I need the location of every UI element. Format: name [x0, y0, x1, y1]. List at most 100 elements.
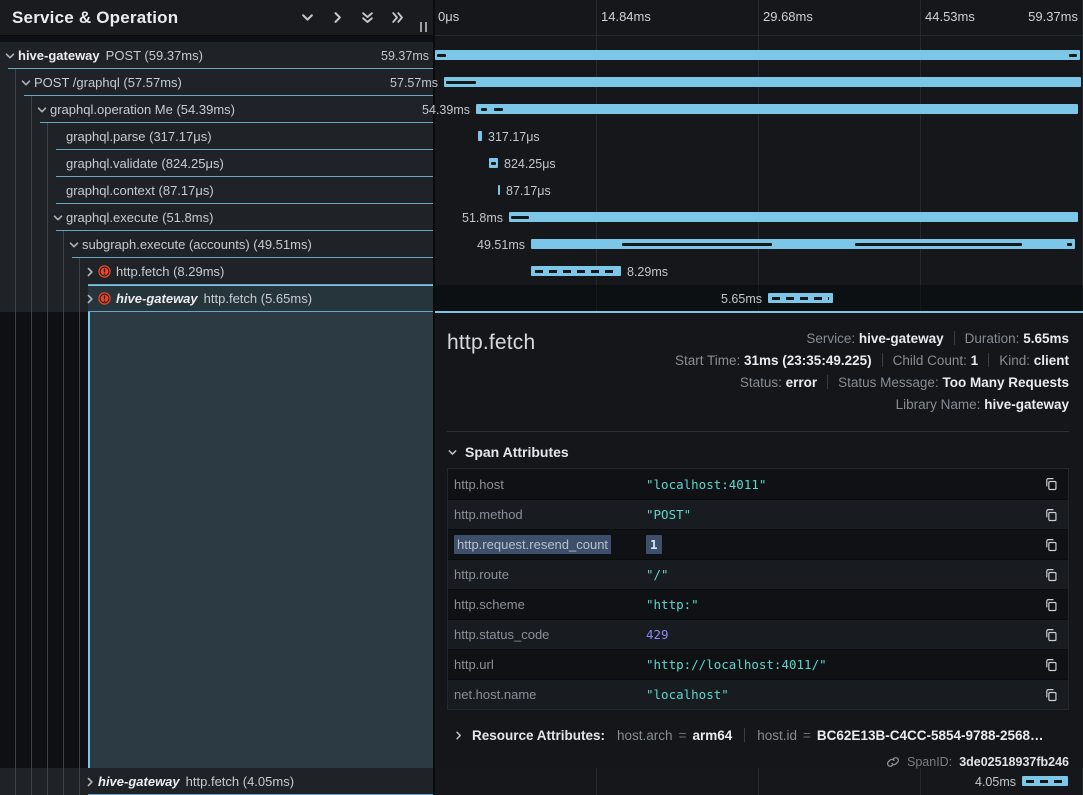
copy-icon[interactable] — [1042, 475, 1060, 493]
timeline-row[interactable]: 87.17μs — [435, 177, 1083, 204]
timeline-row[interactable]: 49.51ms — [435, 231, 1083, 258]
bar-duration-label: 317.17μs — [488, 130, 540, 144]
child-count-value: 1 — [971, 353, 979, 368]
timeline-row[interactable]: 8.29ms — [435, 258, 1083, 285]
tree-row-graphql-operation[interactable]: graphql.operation Me (54.39ms) — [0, 96, 433, 123]
span-bar[interactable] — [498, 185, 500, 195]
bar-duration-label: 54.39ms — [422, 103, 470, 117]
timeline-pane: 0μs 14.84ms 29.68ms 44.53ms 59.37ms 59.3… — [435, 0, 1083, 795]
indent-guides — [0, 768, 82, 795]
tree-row-hive-gateway-post[interactable]: hive-gateway POST (59.37ms) — [0, 42, 433, 69]
tree-row-graphql-parse[interactable]: graphql.parse (317.17μs) — [0, 123, 433, 150]
tree-row-post-graphql[interactable]: POST /graphql (57.57ms) — [0, 69, 433, 96]
attribute-row[interactable]: http.method "POST" — [448, 499, 1068, 529]
error-icon — [98, 265, 112, 279]
chevron-right-icon[interactable] — [84, 776, 98, 788]
chevron-spacer — [52, 131, 66, 143]
attribute-row[interactable]: net.host.name "localhost" — [448, 679, 1068, 709]
chevron-right-icon[interactable] — [84, 266, 98, 278]
timeline-row[interactable]: 824.25μs — [435, 150, 1083, 177]
span-operation: POST /graphql (57.57ms) — [34, 75, 182, 90]
span-bar[interactable] — [531, 266, 621, 276]
expand-one-icon[interactable] — [330, 10, 345, 25]
span-tree-pane: Service & Operation hive-gateway POST (5… — [0, 0, 433, 795]
chevron-down-icon[interactable] — [52, 212, 66, 224]
bar-duration-label: 4.05ms — [975, 775, 1016, 789]
tree-row-graphql-context[interactable]: graphql.context (87.17μs) — [0, 177, 433, 204]
chevron-down-icon[interactable] — [20, 77, 34, 89]
span-operation: graphql.parse (317.17μs) — [66, 129, 212, 144]
expansion-highlight-block — [88, 312, 433, 768]
span-service: hive-gateway — [18, 48, 100, 63]
indent-guides — [0, 177, 50, 204]
span-bar[interactable] — [768, 293, 833, 303]
chevron-down-icon[interactable] — [68, 239, 82, 251]
span-bar[interactable] — [444, 77, 1081, 87]
attribute-row[interactable]: http.scheme "http:" — [448, 589, 1068, 619]
attribute-key: http.url — [454, 657, 646, 672]
span-bar[interactable] — [476, 104, 1078, 114]
timeline-row[interactable]: 54.39ms — [435, 96, 1083, 123]
chevron-right-icon — [453, 730, 464, 741]
resource-attributes-row[interactable]: Resource Attributes: host.arch = arm64 h… — [447, 723, 1069, 747]
chevron-spacer — [52, 158, 66, 170]
span-id-value: 3de02518937fb246 — [959, 755, 1069, 769]
timeline-ruler: 0μs 14.84ms 29.68ms 44.53ms 59.37ms — [435, 0, 1083, 36]
indent-guides — [0, 123, 50, 150]
link-icon[interactable] — [886, 755, 900, 769]
copy-icon[interactable] — [1042, 536, 1060, 554]
span-bar[interactable] — [509, 212, 1078, 222]
bar-duration-label: 87.17μs — [506, 184, 551, 198]
attribute-key: http.route — [454, 567, 646, 582]
copy-icon[interactable] — [1042, 626, 1060, 644]
attribute-row[interactable]: http.url "http://localhost:4011/" — [448, 649, 1068, 679]
tree-row-http-fetch-1[interactable]: http.fetch (8.29ms) — [0, 258, 433, 285]
tree-row-http-fetch-2-selected[interactable]: hive-gateway http.fetch (5.65ms) — [0, 285, 433, 312]
span-bar[interactable] — [478, 131, 482, 141]
attribute-key: http.status_code — [454, 627, 646, 642]
span-operation: http.fetch (4.05ms) — [186, 774, 294, 789]
copy-icon[interactable] — [1042, 656, 1060, 674]
tree-row-http-fetch-3[interactable]: hive-gateway http.fetch (4.05ms) — [0, 768, 433, 795]
chevron-down-icon[interactable] — [36, 104, 50, 116]
span-bar[interactable] — [435, 50, 1080, 60]
copy-icon[interactable] — [1042, 596, 1060, 614]
attribute-row[interactable]: http.route "/" — [448, 559, 1068, 589]
tree-row-graphql-validate[interactable]: graphql.validate (824.25μs) — [0, 150, 433, 177]
indent-guides — [0, 258, 82, 285]
chevron-right-icon[interactable] — [84, 293, 98, 305]
chevron-down-icon[interactable] — [4, 50, 18, 62]
copy-icon[interactable] — [1042, 566, 1060, 584]
copy-icon[interactable] — [1042, 506, 1060, 524]
status-value: error — [786, 375, 818, 390]
collapse-all-icon[interactable] — [360, 10, 375, 25]
expand-all-icon[interactable] — [390, 10, 405, 25]
timeline-row[interactable]: 59.37ms — [435, 42, 1083, 69]
resource-attributes-title: Resource Attributes: — [472, 728, 605, 743]
service-label: Service: — [806, 331, 855, 346]
pane-title: Service & Operation — [12, 8, 300, 28]
tree-row-subgraph-execute[interactable]: subgraph.execute (accounts) (49.51ms) — [0, 231, 433, 258]
span-bar[interactable] — [1022, 776, 1068, 786]
attribute-value: "localhost:4011" — [646, 477, 766, 492]
span-attributes-header[interactable]: Span Attributes — [447, 444, 1069, 460]
timeline-row[interactable]: 4.05ms — [435, 768, 1083, 795]
attribute-row-selected[interactable]: http.request.resend_count 1 — [448, 529, 1068, 559]
pane-resize-grip[interactable] — [420, 22, 427, 32]
span-bar[interactable] — [489, 158, 498, 168]
timeline-row-selected[interactable]: 5.65ms — [435, 285, 1083, 312]
span-operation: http.fetch (8.29ms) — [116, 264, 224, 279]
resource-key: host.arch — [617, 728, 673, 743]
tree-row-graphql-execute[interactable]: graphql.execute (51.8ms) — [0, 204, 433, 231]
copy-icon[interactable] — [1042, 686, 1060, 704]
timeline-row[interactable]: 57.57ms — [435, 69, 1083, 96]
collapse-one-icon[interactable] — [300, 10, 315, 25]
library-name-value: hive-gateway — [984, 397, 1069, 412]
attribute-row[interactable]: http.status_code 429 — [448, 619, 1068, 649]
span-operation: subgraph.execute (accounts) (49.51ms) — [82, 237, 312, 252]
span-bar[interactable] — [531, 239, 1075, 249]
span-id-label: SpanID: — [907, 755, 952, 769]
timeline-row[interactable]: 51.8ms — [435, 204, 1083, 231]
timeline-row[interactable]: 317.17μs — [435, 123, 1083, 150]
attribute-row[interactable]: http.host "localhost:4011" — [448, 469, 1068, 499]
